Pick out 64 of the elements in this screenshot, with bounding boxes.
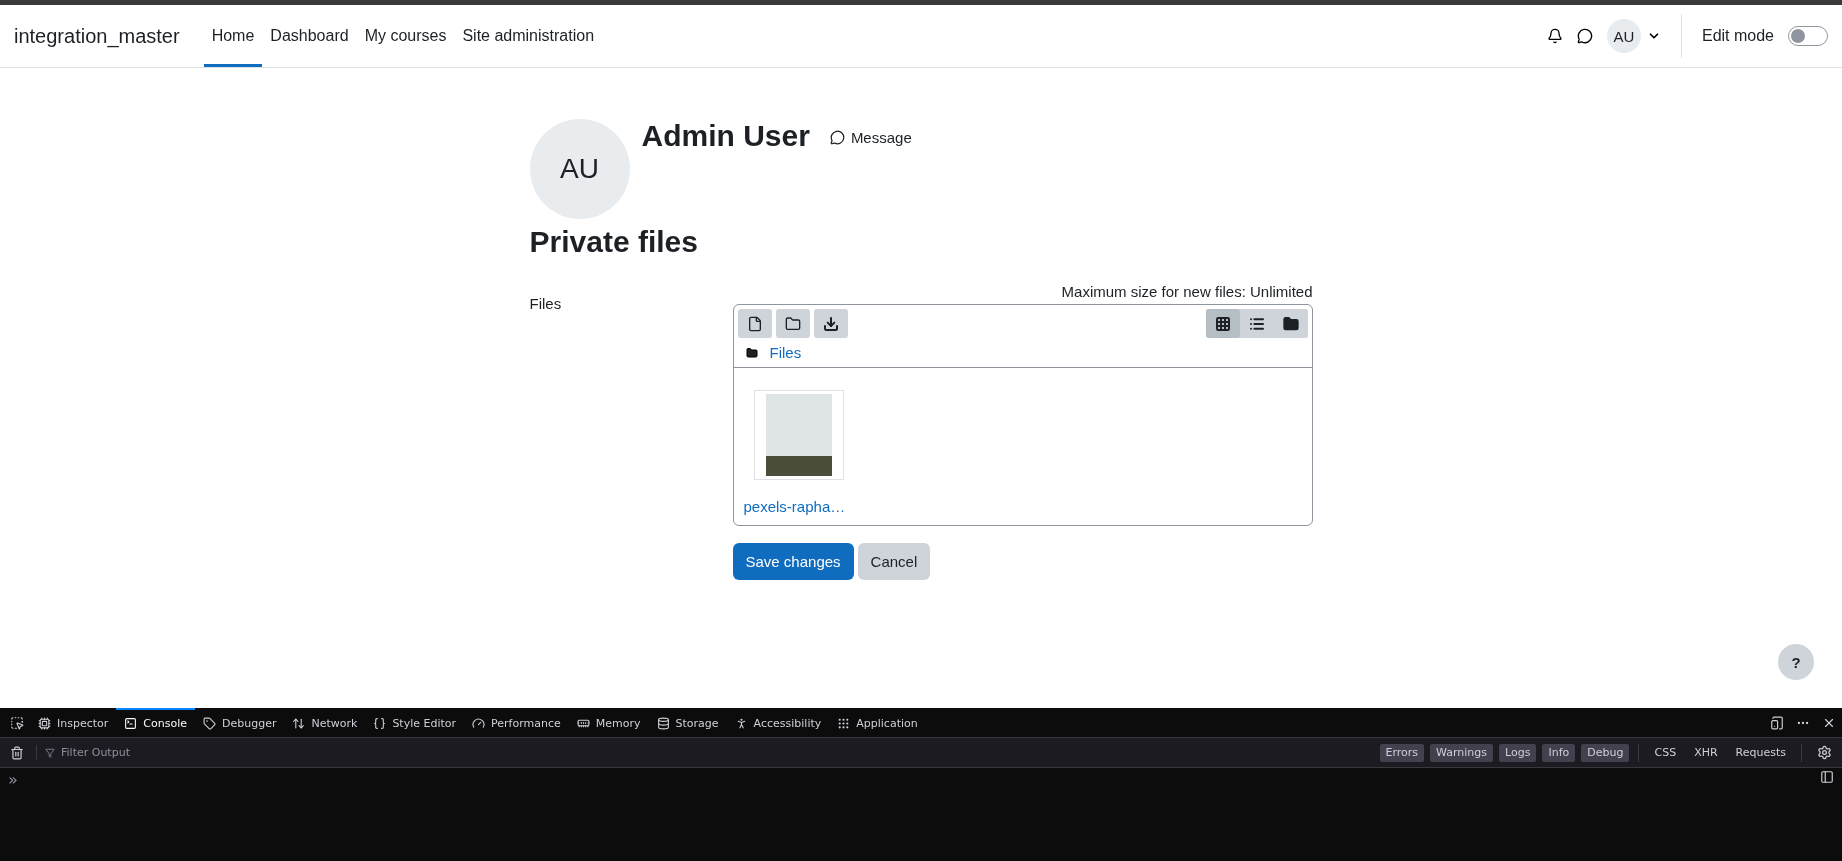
user-avatar[interactable]: AU [1606, 19, 1641, 53]
nav-link[interactable]: My courses [356, 5, 455, 67]
help-button[interactable]: ? [1778, 644, 1814, 680]
page-heading: Private files [529, 225, 699, 259]
devtools-tab[interactable]: Application [829, 708, 926, 737]
folder-icon [1282, 315, 1299, 332]
folder-icon [784, 315, 801, 332]
devtools-tab[interactable]: Storage [648, 708, 727, 737]
field-label: Files [529, 295, 563, 314]
nav-link[interactable]: Home [203, 5, 263, 67]
file-icon [746, 315, 763, 332]
request-type-toggle[interactable]: XHR [1688, 743, 1724, 762]
download-icon [822, 315, 839, 332]
log-level-toggle[interactable]: Warnings [1430, 743, 1494, 762]
edit-mode-label: Edit mode [1701, 27, 1774, 45]
log-level-toggle[interactable]: Logs [1499, 743, 1537, 762]
chat-bubble-icon [829, 130, 845, 145]
memory-chip-icon [576, 717, 590, 730]
devtools-tab[interactable]: Network [284, 708, 366, 737]
up-down-arrows-icon [292, 717, 306, 730]
log-level-toggle[interactable]: Debug [1581, 743, 1630, 762]
sidebar-toggle-icon[interactable] [1820, 770, 1834, 784]
devtools-tab[interactable]: Accessibility [726, 708, 830, 737]
user-name: Admin User [641, 119, 810, 153]
folder-icon [745, 346, 758, 359]
site-name[interactable]: integration_master [14, 24, 180, 48]
cancel-button[interactable]: Cancel [857, 543, 931, 580]
database-icon [656, 717, 670, 730]
console-prompt: » [8, 770, 18, 791]
request-type-toggle[interactable]: Requests [1729, 743, 1792, 762]
braces-icon [373, 717, 387, 730]
edit-mode-switch[interactable] [1788, 26, 1828, 46]
devtools-tab[interactable]: Memory [568, 708, 649, 737]
file-thumbnail[interactable] [753, 390, 844, 480]
notification-bell-icon[interactable] [1546, 28, 1563, 44]
file-name-link[interactable]: pexels-rapha… [743, 498, 846, 515]
add-file-button[interactable] [737, 309, 772, 338]
profile-avatar: AU [529, 119, 630, 219]
max-size-note: Maximum size for new files: Unlimited [1061, 283, 1313, 300]
tag-icon [203, 717, 216, 730]
breadcrumb-link[interactable]: Files [769, 344, 802, 361]
dot-grid-icon [837, 717, 851, 730]
filter-field[interactable]: Filter Output [59, 745, 208, 760]
log-level-toggle[interactable]: Errors [1379, 743, 1425, 762]
gauge-icon [472, 717, 486, 730]
terminal-icon [124, 717, 138, 730]
chip-icon [38, 717, 51, 730]
devtools-tab[interactable]: Performance [464, 708, 569, 737]
devtools-tab[interactable]: Style Editor [365, 708, 465, 737]
log-level-toggle[interactable]: Info [1542, 743, 1576, 762]
devtools-tab[interactable]: Debugger [195, 708, 285, 737]
grid-view-button[interactable] [1205, 309, 1240, 338]
new-folder-button[interactable] [775, 309, 810, 338]
devtools-tab[interactable]: Inspector [30, 708, 117, 737]
filter-icon [45, 747, 55, 758]
message-link[interactable]: Message [829, 129, 912, 146]
chat-bubble-icon[interactable] [1576, 28, 1593, 44]
request-type-toggle[interactable]: CSS [1648, 743, 1683, 762]
list-icon [1248, 315, 1265, 332]
download-button[interactable] [813, 309, 848, 338]
save-button[interactable]: Save changes [732, 543, 854, 580]
nav-link[interactable]: Site administration [454, 5, 603, 67]
grid-icon [1214, 315, 1231, 332]
nav-link[interactable]: Dashboard [262, 5, 357, 67]
